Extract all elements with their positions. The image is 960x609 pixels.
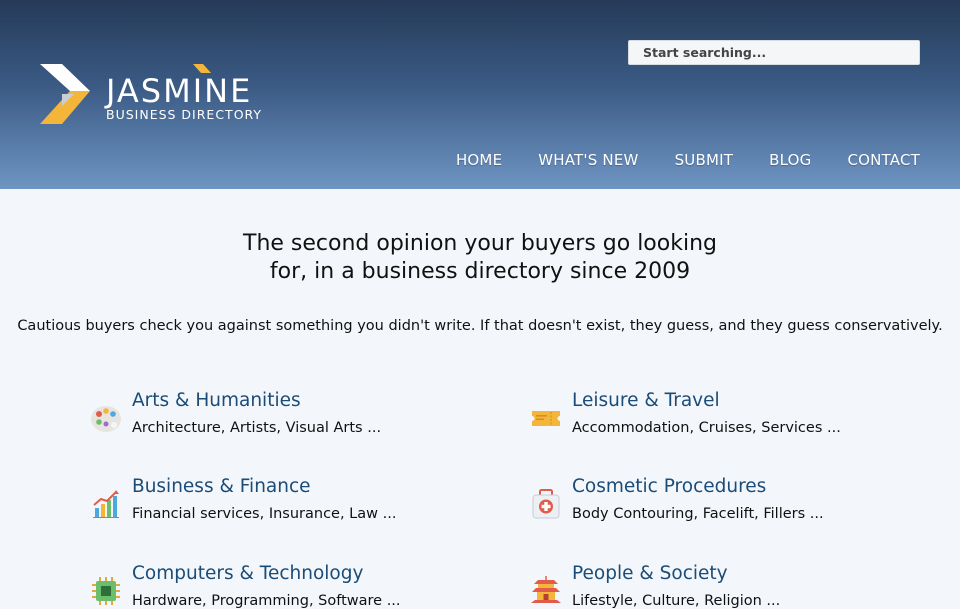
hero-title-line-2: for, in a business directory since 2009 xyxy=(269,259,691,284)
chart-icon xyxy=(93,490,119,518)
hero-title: The second opinion your buyers go lookin… xyxy=(0,230,960,286)
category-subcategories: Body Contouring, Facelift, Fillers ... xyxy=(572,506,824,522)
nav-blog[interactable]: BLOG xyxy=(769,151,811,169)
category-subcategories: Financial services, Insurance, Law ... xyxy=(132,506,397,522)
nav-home[interactable]: HOME xyxy=(456,151,502,169)
site-logo[interactable]: JASMINE BUSINESS DIRECTORY xyxy=(40,64,280,128)
category-subcategories: Lifestyle, Culture, Religion ... xyxy=(572,593,781,609)
category-title[interactable]: Leisure & Travel xyxy=(572,390,720,411)
category-title[interactable]: Business & Finance xyxy=(132,476,311,497)
palette-icon xyxy=(91,406,121,432)
pagoda-icon xyxy=(531,576,561,603)
hero-title-line-1: The second opinion your buyers go lookin… xyxy=(243,231,717,256)
logo-accent-icon xyxy=(193,64,211,73)
category-subcategories: Hardware, Programming, Software ... xyxy=(132,593,401,609)
ticket-icon xyxy=(532,411,560,426)
category-subcategories: Architecture, Artists, Visual Arts ... xyxy=(132,420,382,436)
hero-tagline: Cautious buyers check you against someth… xyxy=(17,318,943,334)
nav-contact[interactable]: CONTACT xyxy=(847,151,920,169)
brand-name: JASMINE xyxy=(106,72,253,110)
main-nav: HOME WHAT'S NEW SUBMIT BLOG CONTACT xyxy=(456,151,920,169)
search-input[interactable] xyxy=(628,40,920,65)
category-subcategories: Accommodation, Cruises, Services ... xyxy=(572,420,841,436)
category-title[interactable]: People & Society xyxy=(572,563,728,584)
nav-submit[interactable]: SUBMIT xyxy=(675,151,734,169)
logo-chevron-icon xyxy=(40,64,90,124)
nav-whats-new[interactable]: WHAT'S NEW xyxy=(538,151,638,169)
chip-icon xyxy=(92,577,120,605)
category-title[interactable]: Cosmetic Procedures xyxy=(572,476,766,497)
brand-subtitle: BUSINESS DIRECTORY xyxy=(106,107,263,122)
category-title[interactable]: Computers & Technology xyxy=(132,563,363,584)
category-title[interactable]: Arts & Humanities xyxy=(132,390,301,411)
site-header: JASMINE BUSINESS DIRECTORY HOME WHAT'S N… xyxy=(0,0,960,189)
first-aid-icon xyxy=(532,489,560,519)
